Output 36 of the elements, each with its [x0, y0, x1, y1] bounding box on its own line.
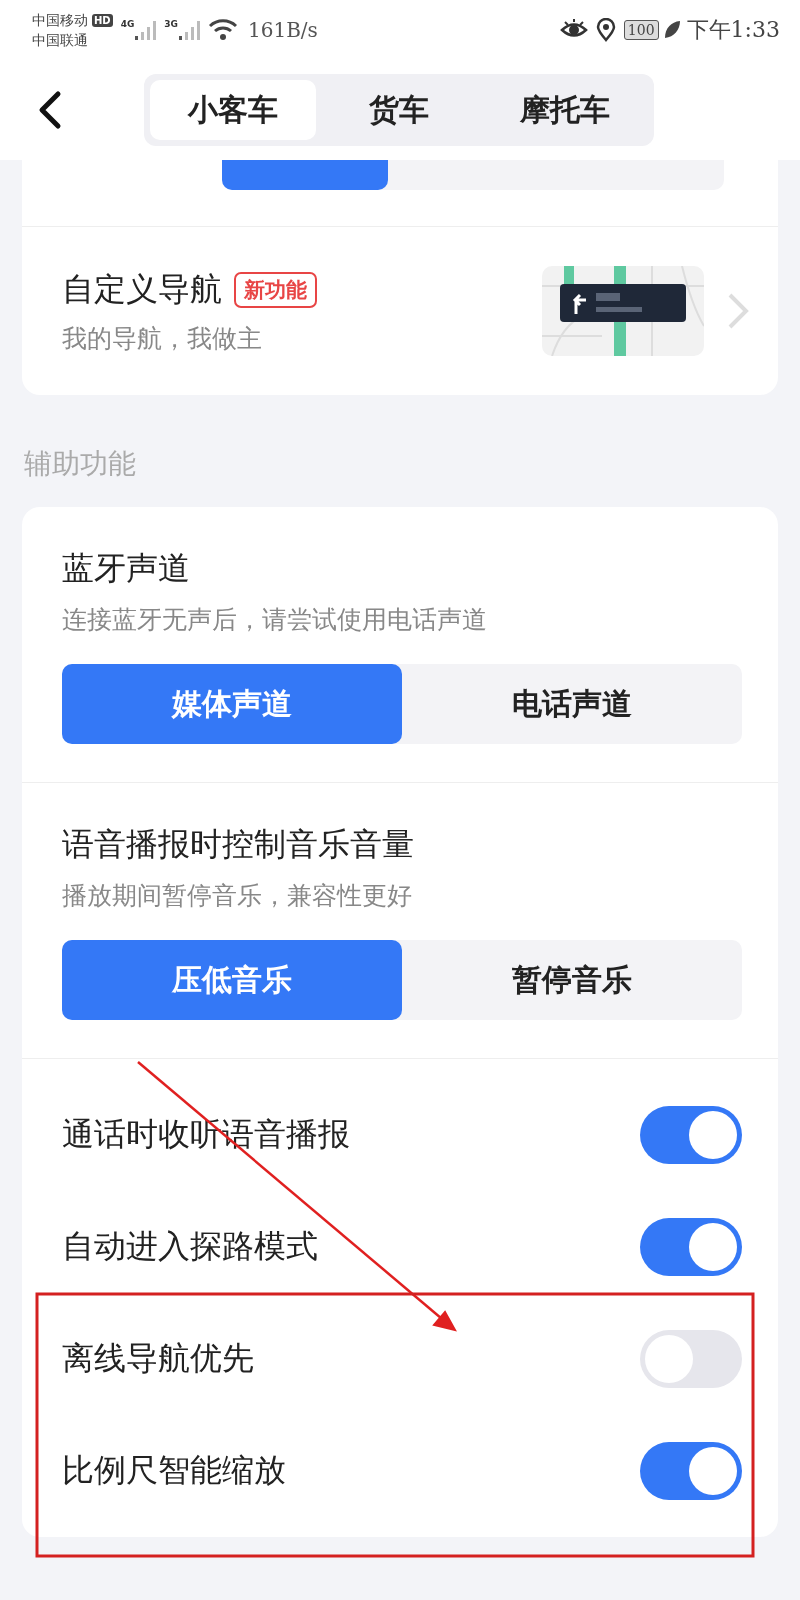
vehicle-tab[interactable]: 小客车 — [150, 80, 316, 140]
segment-option[interactable]: 电话声道 — [402, 664, 742, 744]
wifi-icon — [208, 18, 238, 42]
new-feature-badge: 新功能 — [234, 271, 317, 308]
hd-badge: HD — [92, 13, 113, 27]
setting-title: 自定义导航 — [62, 268, 222, 310]
signal-icon — [178, 19, 202, 41]
signal-icon — [134, 19, 159, 41]
segment-option[interactable]: 暂停音乐 — [402, 940, 742, 1020]
clock-time: 下午1:33 — [686, 16, 780, 44]
battery-indicator: 100 — [623, 20, 659, 40]
location-icon — [595, 18, 616, 42]
toggle-switch[interactable] — [640, 1106, 742, 1164]
toggle-switch[interactable] — [640, 1442, 742, 1500]
vehicle-tab[interactable]: 摩托车 — [482, 80, 648, 140]
leaf-icon — [662, 20, 681, 40]
vehicle-tab[interactable]: 货车 — [316, 80, 482, 140]
setting-description: 我的导航，我做主 — [62, 322, 263, 355]
segment-option[interactable]: 压低音乐 — [62, 940, 402, 1020]
segment-control[interactable] — [222, 160, 724, 190]
setting-description: 播放期间暂停音乐，兼容性更好 — [62, 880, 413, 912]
segment-option[interactable]: 媒体声道 — [62, 664, 402, 744]
setting-label: 通话时收听语音播报 — [62, 1114, 350, 1155]
setting-title: 蓝牙声道 — [62, 548, 191, 589]
toggle-switch[interactable] — [640, 1218, 742, 1276]
section-heading: 辅助功能 — [23, 446, 137, 482]
setting-label: 离线导航优先 — [62, 1338, 254, 1379]
setting-label: 比例尺智能缩放 — [62, 1450, 286, 1491]
setting-title: 语音播报时控制音乐音量 — [62, 824, 415, 865]
setting-description: 连接蓝牙无声后，请尝试使用电话声道 — [62, 604, 488, 636]
setting-label: 自动进入探路模式 — [62, 1226, 318, 1267]
network-type: 4G — [120, 19, 135, 29]
carrier-name: 中国联通 — [32, 31, 89, 50]
network-speed: 161B/s — [248, 18, 318, 42]
carrier-name: 中国移动 — [32, 11, 88, 30]
network-type: 3G — [164, 19, 178, 29]
